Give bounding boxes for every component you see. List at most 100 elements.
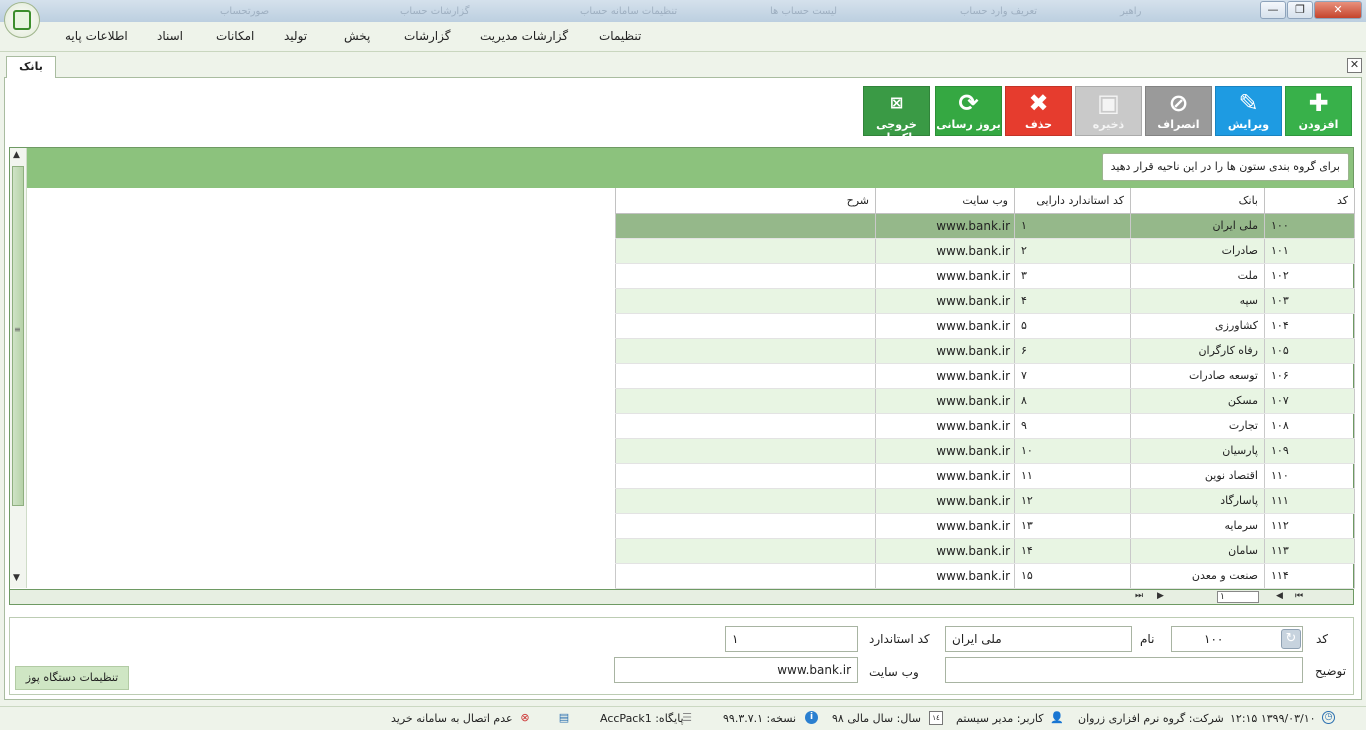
- menu-distribution[interactable]: پخش: [344, 29, 370, 43]
- column-header-bank[interactable]: بانک: [1130, 188, 1265, 214]
- excel-export-button[interactable]: ⊠ خروجی اکسل: [863, 86, 930, 144]
- scroll-down-arrow-icon[interactable]: ▼: [13, 573, 20, 583]
- cell-description[interactable]: [615, 413, 876, 439]
- cell-code[interactable]: ۱۱۳: [1264, 538, 1355, 564]
- cell-website[interactable]: www.bank.ir: [875, 563, 1015, 589]
- cell-description[interactable]: [615, 538, 876, 564]
- page-number-input[interactable]: ۱: [1217, 591, 1259, 603]
- delete-button[interactable]: ✖ حذف: [1005, 86, 1072, 136]
- background-tab-title[interactable]: تعریف وارد حساب: [960, 6, 1037, 18]
- cell-bank[interactable]: سامان: [1130, 538, 1265, 564]
- first-page-button[interactable]: ⏮: [1295, 591, 1303, 601]
- cell-bank[interactable]: توسعه صادرات: [1130, 363, 1265, 389]
- edit-button[interactable]: ✎ ویرایش: [1215, 86, 1282, 136]
- menu-settings[interactable]: تنظیمات: [599, 29, 641, 43]
- scroll-up-arrow-icon[interactable]: ▲: [13, 150, 20, 160]
- standard-code-field[interactable]: ۱: [725, 626, 858, 652]
- cell-code[interactable]: ۱۱۴: [1264, 563, 1355, 589]
- cell-description[interactable]: [615, 563, 876, 589]
- cell-code[interactable]: ۱۰۸: [1264, 413, 1355, 439]
- add-button[interactable]: ✚ افزودن: [1285, 86, 1352, 136]
- column-header-code[interactable]: کد: [1264, 188, 1355, 214]
- cell-code[interactable]: ۱۰۶: [1264, 363, 1355, 389]
- cell-bank[interactable]: ملت: [1130, 263, 1265, 289]
- cell-description[interactable]: [615, 338, 876, 364]
- cell-code[interactable]: ۱۱۱: [1264, 488, 1355, 514]
- refresh-button[interactable]: ⟳ بروز رسانی: [935, 86, 1002, 136]
- table-row[interactable]: ۱۰۸ تجارت ۹ www.bank.ir: [615, 413, 1355, 439]
- menu-documents[interactable]: اسناد: [157, 29, 183, 43]
- menu-production[interactable]: تولید: [284, 29, 307, 43]
- cell-code[interactable]: ۱۰۹: [1264, 438, 1355, 464]
- close-window-button[interactable]: ✕: [1314, 1, 1362, 19]
- cell-asset-code[interactable]: ۶: [1014, 338, 1131, 364]
- cell-bank[interactable]: تجارت: [1130, 413, 1265, 439]
- cell-code[interactable]: ۱۰۷: [1264, 388, 1355, 414]
- save-button[interactable]: ▣ ذخیره: [1075, 86, 1142, 136]
- cell-bank[interactable]: پارسیان: [1130, 438, 1265, 464]
- cell-asset-code[interactable]: ۱۴: [1014, 538, 1131, 564]
- cell-asset-code[interactable]: ۵: [1014, 313, 1131, 339]
- cell-bank[interactable]: ملی ایران: [1130, 213, 1265, 239]
- group-by-area[interactable]: برای گروه بندی ستون ها را در این ناحیه ق…: [27, 148, 1353, 188]
- cell-code[interactable]: ۱۰۲: [1264, 263, 1355, 289]
- cell-bank[interactable]: پاسارگاد: [1130, 488, 1265, 514]
- cell-description[interactable]: [615, 213, 876, 239]
- cell-code[interactable]: ۱۰۳: [1264, 288, 1355, 314]
- cell-bank[interactable]: سرمایه: [1130, 513, 1265, 539]
- cell-asset-code[interactable]: ۹: [1014, 413, 1131, 439]
- cancel-button[interactable]: ⊘ انصراف: [1145, 86, 1212, 136]
- name-field[interactable]: ملی ایران: [945, 626, 1132, 652]
- menu-reports[interactable]: گزارشات: [404, 29, 450, 43]
- cell-website[interactable]: www.bank.ir: [875, 213, 1015, 239]
- cell-website[interactable]: www.bank.ir: [875, 388, 1015, 414]
- cell-asset-code[interactable]: ۱۱: [1014, 463, 1131, 489]
- background-tab-title[interactable]: راهبر: [1120, 6, 1141, 18]
- maximize-button[interactable]: ❐: [1287, 1, 1313, 19]
- table-row[interactable]: ۱۰۷ مسکن ۸ www.bank.ir: [615, 388, 1355, 414]
- menu-base-info[interactable]: اطلاعات پایه: [65, 29, 128, 43]
- cell-description[interactable]: [615, 313, 876, 339]
- cell-bank[interactable]: صادرات: [1130, 238, 1265, 264]
- cell-asset-code[interactable]: ۸: [1014, 388, 1131, 414]
- table-row[interactable]: ۱۰۶ توسعه صادرات ۷ www.bank.ir: [615, 363, 1355, 389]
- column-header-website[interactable]: وب سایت: [875, 188, 1015, 214]
- cell-website[interactable]: www.bank.ir: [875, 513, 1015, 539]
- cell-asset-code[interactable]: ۲: [1014, 238, 1131, 264]
- cell-website[interactable]: www.bank.ir: [875, 313, 1015, 339]
- document-list-icon[interactable]: ▤: [557, 711, 571, 725]
- cell-website[interactable]: www.bank.ir: [875, 363, 1015, 389]
- cell-website[interactable]: www.bank.ir: [875, 263, 1015, 289]
- cell-asset-code[interactable]: ۷: [1014, 363, 1131, 389]
- cell-asset-code[interactable]: ۱: [1014, 213, 1131, 239]
- column-header-asset-code[interactable]: کد استاندارد دارایی: [1014, 188, 1131, 214]
- cell-asset-code[interactable]: ۱۳: [1014, 513, 1131, 539]
- cell-website[interactable]: www.bank.ir: [875, 338, 1015, 364]
- table-row[interactable]: ۱۰۴ کشاورزی ۵ www.bank.ir: [615, 313, 1355, 339]
- cell-website[interactable]: www.bank.ir: [875, 538, 1015, 564]
- next-page-button[interactable]: ▶: [1157, 591, 1164, 601]
- cell-description[interactable]: [615, 388, 876, 414]
- website-field[interactable]: www.bank.ir: [614, 657, 858, 683]
- cell-description[interactable]: [615, 513, 876, 539]
- cell-website[interactable]: www.bank.ir: [875, 438, 1015, 464]
- cell-description[interactable]: [615, 363, 876, 389]
- table-row[interactable]: ۱۱۰ اقتصاد نوین ۱۱ www.bank.ir: [615, 463, 1355, 489]
- background-tab-title[interactable]: لیست حساب ها: [770, 6, 837, 18]
- cell-description[interactable]: [615, 238, 876, 264]
- cell-description[interactable]: [615, 438, 876, 464]
- refresh-code-icon[interactable]: ↻: [1281, 629, 1301, 649]
- cell-website[interactable]: www.bank.ir: [875, 413, 1015, 439]
- vertical-scrollbar[interactable]: ▲ ≡ ▼: [10, 148, 27, 588]
- last-page-button[interactable]: ⏭: [1135, 591, 1143, 601]
- cell-description[interactable]: [615, 263, 876, 289]
- cell-description[interactable]: [615, 488, 876, 514]
- cell-description[interactable]: [615, 463, 876, 489]
- scroll-thumb[interactable]: [12, 166, 24, 506]
- table-row[interactable]: ۱۱۱ پاسارگاد ۱۲ www.bank.ir: [615, 488, 1355, 514]
- cell-website[interactable]: www.bank.ir: [875, 463, 1015, 489]
- table-row[interactable]: ۱۱۴ صنعت و معدن ۱۵ www.bank.ir: [615, 563, 1355, 589]
- minimize-button[interactable]: —: [1260, 1, 1286, 19]
- close-tab-button[interactable]: ✕: [1347, 58, 1362, 73]
- cell-code[interactable]: ۱۰۵: [1264, 338, 1355, 364]
